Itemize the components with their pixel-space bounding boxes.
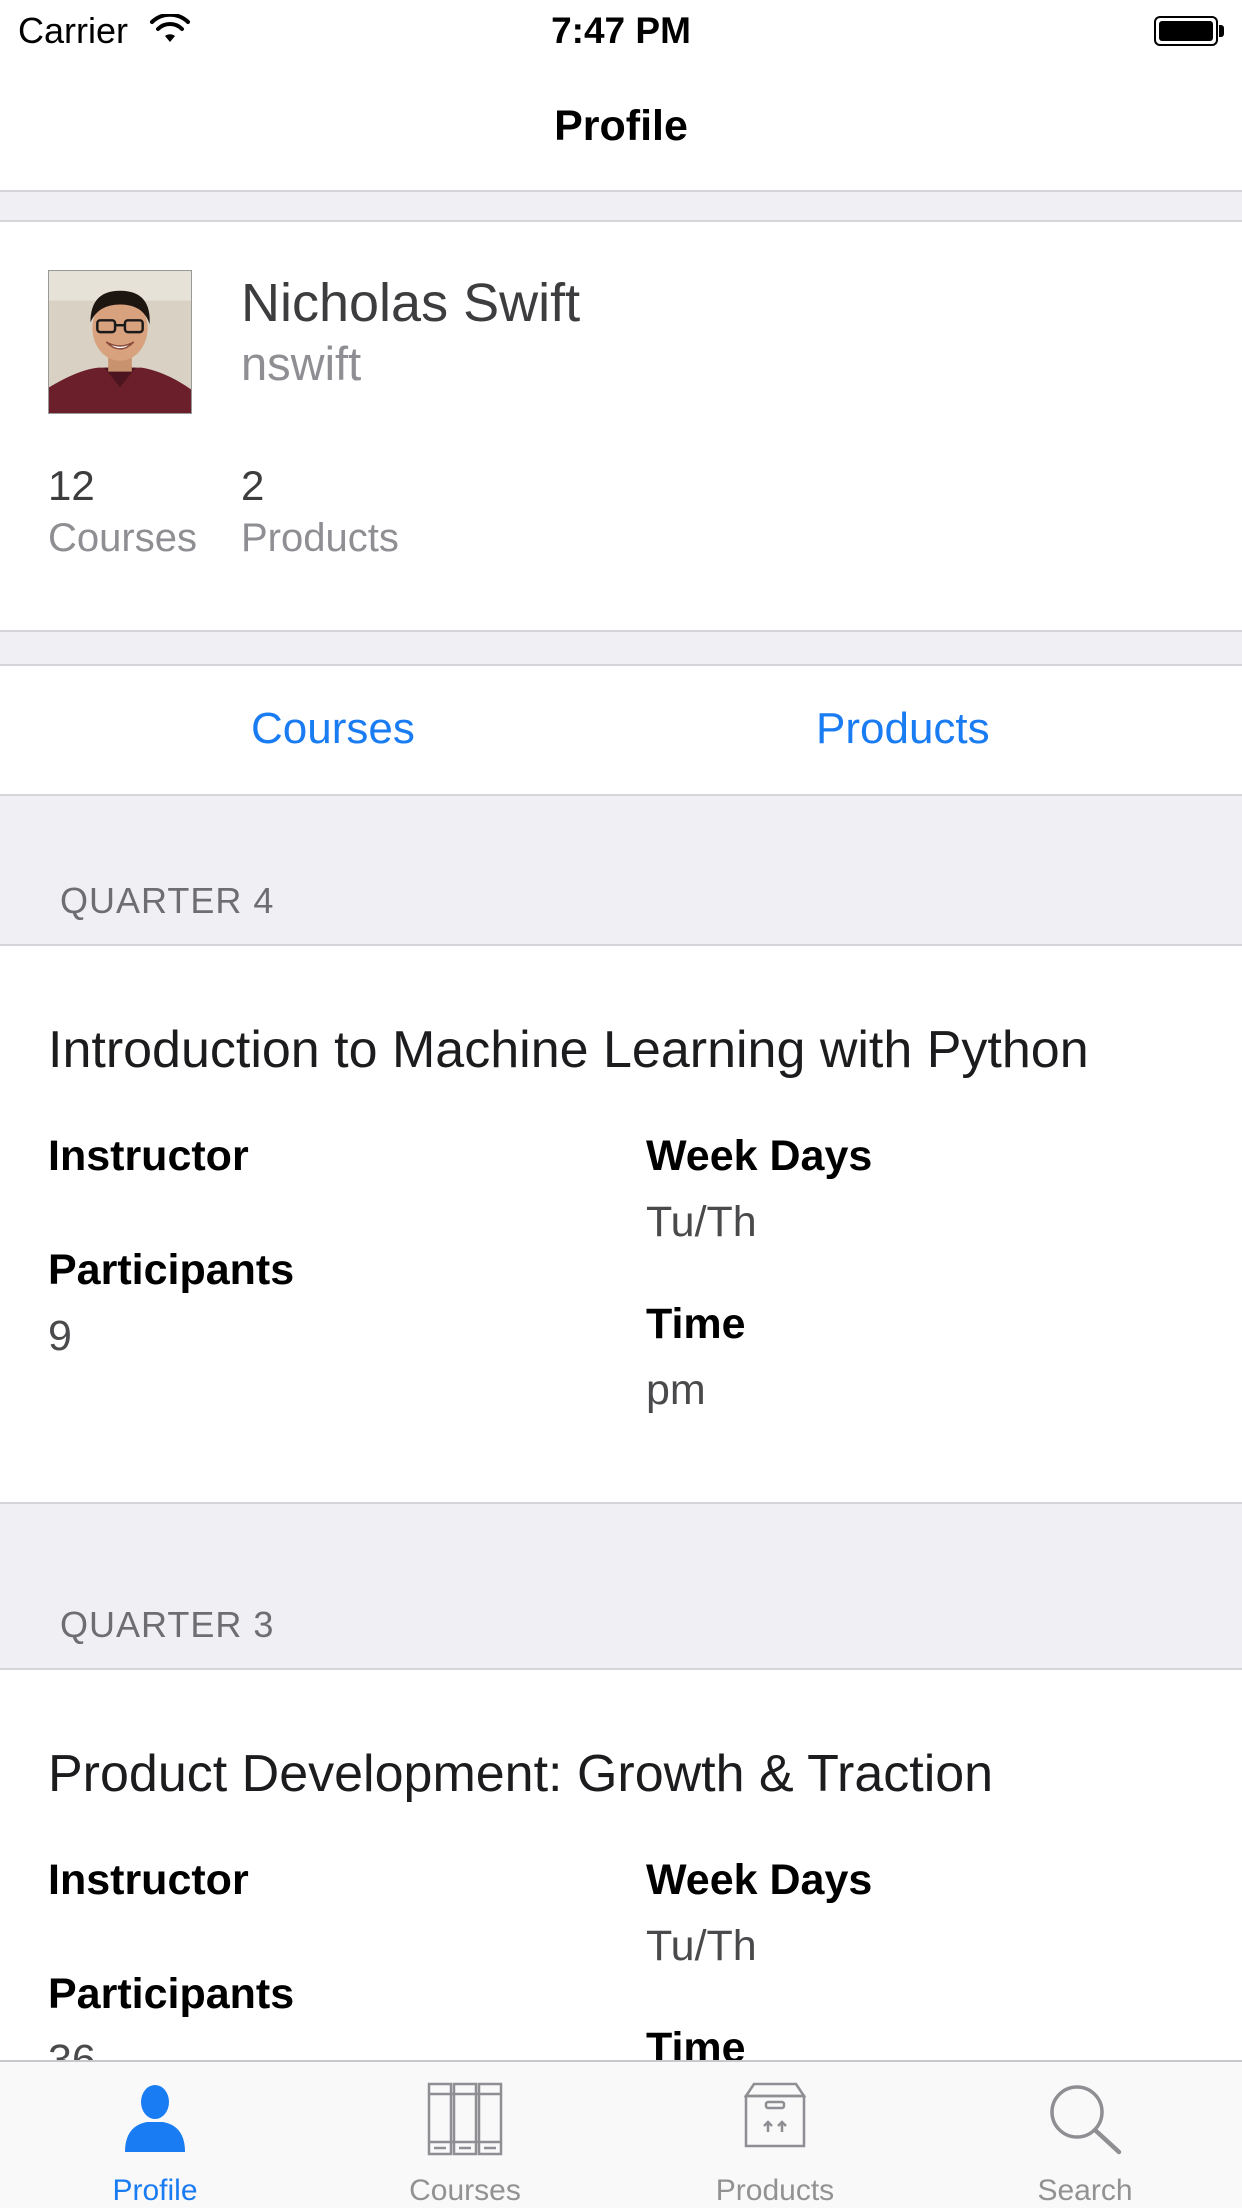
tab-products[interactable]: Products (816, 704, 990, 754)
books-icon (427, 2082, 503, 2156)
products-count: 2 (241, 462, 265, 509)
weekdays-label: Week Days (646, 1132, 873, 1180)
person-icon (125, 2085, 185, 2152)
participants-value: 9 (48, 1312, 72, 1360)
separator (0, 632, 1242, 664)
weekdays-value: Tu/Th (646, 1198, 757, 1246)
tabbar-label-courses: Courses (409, 2174, 521, 2207)
time-label: Time (646, 1300, 746, 1348)
profile-name: Nicholas Swift (241, 273, 581, 333)
course-title: Introduction to Machine Learning with Py… (48, 1021, 1089, 1079)
profile-screen: Carrier 7:47 PM Profile Nicholas Swift n… (0, 0, 1242, 2208)
magnifier-icon (1050, 2085, 1122, 2155)
tabbar-item-profile[interactable]: Profile (0, 2062, 310, 2208)
page-title: Profile (554, 102, 688, 150)
tab-courses[interactable]: Courses (251, 704, 415, 754)
courses-stat: 12 Courses (48, 462, 197, 561)
section-header: QUARTER 3 (0, 1504, 1242, 1670)
participants-label: Participants (48, 1246, 295, 1294)
tab-bar: Profile Courses Products Search (0, 2060, 1242, 2208)
instructor-label: Instructor (48, 1856, 249, 1904)
box-icon (743, 2082, 807, 2148)
time-value: pm (646, 1366, 706, 1414)
clock: 7:47 PM (551, 10, 691, 51)
separator (0, 192, 1242, 222)
tabbar-item-products[interactable]: Products (620, 2062, 930, 2208)
profile-segment-tabs: Courses Products (0, 664, 1242, 796)
tabbar-label-search: Search (1037, 2174, 1133, 2207)
profile-username: nswift (241, 337, 362, 390)
tabbar-item-courses[interactable]: Courses (310, 2062, 620, 2208)
course-title: Product Development: Growth & Traction (48, 1745, 994, 1803)
avatar[interactable] (48, 270, 192, 414)
navigation-bar: Profile (0, 60, 1242, 192)
products-stat: 2 Products (241, 462, 399, 561)
tabbar-label-products: Products (715, 2174, 835, 2207)
tabbar-label-profile: Profile (112, 2174, 198, 2207)
section-header: QUARTER 4 (0, 796, 1242, 946)
section-header-label: QUARTER 4 (60, 880, 275, 921)
participants-label: Participants (48, 1970, 295, 2018)
weekdays-label: Week Days (646, 1856, 873, 1904)
instructor-label: Instructor (48, 1132, 249, 1180)
courses-count: 12 (48, 462, 95, 509)
battery-icon (1154, 16, 1224, 46)
course-card[interactable]: Introduction to Machine Learning with Py… (0, 946, 1242, 1504)
weekdays-value: Tu/Th (646, 1922, 757, 1970)
courses-stat-label: Courses (48, 516, 197, 560)
profile-card: Nicholas Swift nswift 12 Courses 2 Produ… (0, 222, 1242, 632)
tabbar-item-search[interactable]: Search (930, 2062, 1240, 2208)
status-bar: Carrier 7:47 PM (0, 0, 1242, 60)
section-header-label: QUARTER 3 (60, 1604, 275, 1645)
products-stat-label: Products (241, 516, 399, 560)
